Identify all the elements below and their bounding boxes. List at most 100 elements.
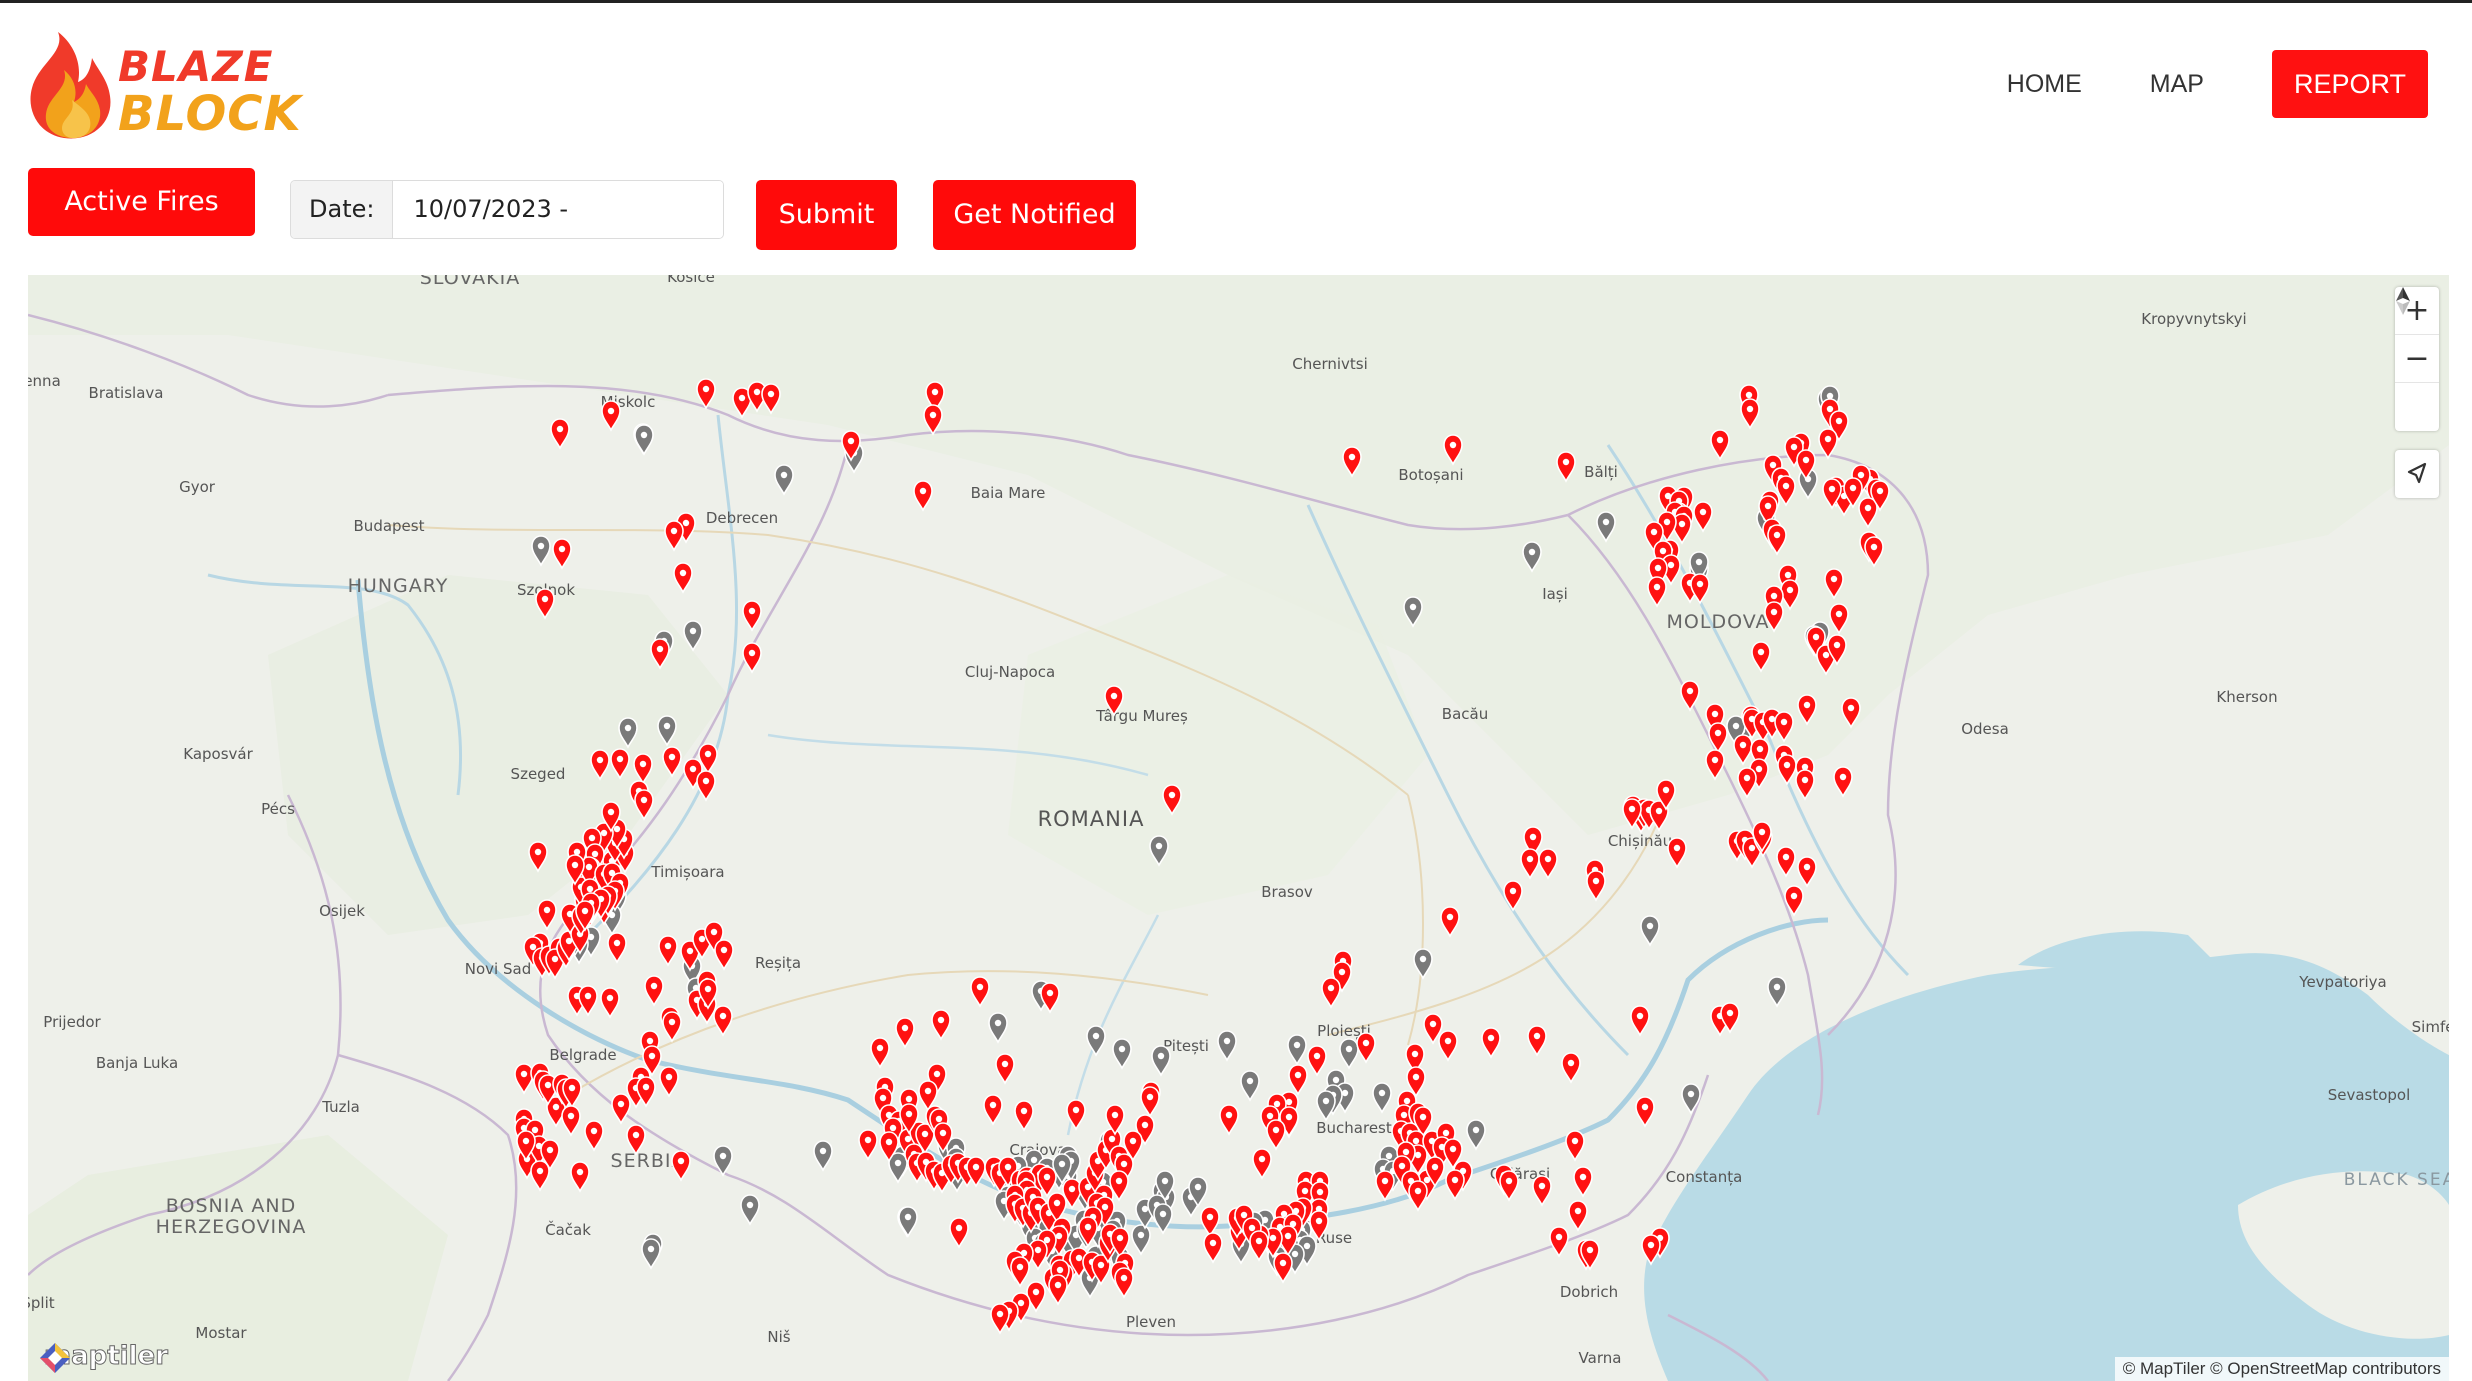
active-fire-marker-icon[interactable]	[1733, 734, 1753, 766]
active-fire-marker-icon[interactable]	[1438, 1030, 1458, 1062]
active-fire-marker-icon[interactable]	[1443, 434, 1463, 466]
inactive-fire-marker-icon[interactable]	[1522, 541, 1542, 573]
active-fire-marker-icon[interactable]	[931, 1009, 951, 1041]
active-fire-marker-icon[interactable]	[610, 748, 630, 780]
active-fire-marker-icon[interactable]	[713, 1005, 733, 1037]
active-fire-marker-icon[interactable]	[1797, 694, 1817, 726]
active-fire-marker-icon[interactable]	[659, 1066, 679, 1098]
inactive-fire-marker-icon[interactable]	[774, 464, 794, 496]
active-fire-marker-icon[interactable]	[1858, 497, 1878, 529]
locate-button[interactable]	[2395, 450, 2439, 498]
inactive-fire-marker-icon[interactable]	[1413, 948, 1433, 980]
inactive-fire-marker-icon[interactable]	[531, 535, 551, 567]
active-fire-marker-icon[interactable]	[570, 1161, 590, 1193]
active-fire-marker-icon[interactable]	[650, 638, 670, 670]
active-fires-button[interactable]: Active Fires	[28, 168, 255, 236]
active-fire-marker-icon[interactable]	[1641, 1234, 1661, 1266]
active-fire-marker-icon[interactable]	[528, 841, 548, 873]
inactive-fire-marker-icon[interactable]	[1149, 835, 1169, 867]
active-fire-marker-icon[interactable]	[1751, 641, 1771, 673]
inactive-fire-marker-icon[interactable]	[1316, 1090, 1336, 1122]
active-fire-marker-icon[interactable]	[1647, 576, 1667, 608]
active-fire-marker-icon[interactable]	[1818, 428, 1838, 460]
active-fire-marker-icon[interactable]	[923, 404, 943, 436]
active-fire-marker-icon[interactable]	[1568, 1200, 1588, 1232]
active-fire-marker-icon[interactable]	[949, 1217, 969, 1249]
active-fire-marker-icon[interactable]	[858, 1129, 878, 1161]
active-fire-marker-icon[interactable]	[1556, 451, 1576, 483]
inactive-fire-marker-icon[interactable]	[1640, 915, 1660, 947]
active-fire-marker-icon[interactable]	[995, 1053, 1015, 1085]
inactive-fire-marker-icon[interactable]	[1086, 1025, 1106, 1057]
active-fire-marker-icon[interactable]	[1219, 1104, 1239, 1136]
inactive-fire-marker-icon[interactable]	[634, 424, 654, 456]
active-fire-marker-icon[interactable]	[611, 1093, 631, 1125]
inactive-fire-marker-icon[interactable]	[1403, 596, 1423, 628]
active-fire-marker-icon[interactable]	[1708, 722, 1728, 754]
active-fire-marker-icon[interactable]	[1795, 769, 1815, 801]
active-fire-marker-icon[interactable]	[1767, 524, 1787, 556]
active-fire-marker-icon[interactable]	[530, 1160, 550, 1192]
active-fire-marker-icon[interactable]	[1408, 1180, 1428, 1212]
active-fire-marker-icon[interactable]	[1342, 446, 1362, 478]
active-fire-marker-icon[interactable]	[761, 383, 781, 415]
inactive-fire-marker-icon[interactable]	[1372, 1082, 1392, 1114]
active-fire-marker-icon[interactable]	[970, 976, 990, 1008]
active-fire-marker-icon[interactable]	[1841, 697, 1861, 729]
active-fire-marker-icon[interactable]	[1014, 1100, 1034, 1132]
active-fire-marker-icon[interactable]	[1586, 870, 1606, 902]
inactive-fire-marker-icon[interactable]	[1131, 1224, 1151, 1256]
active-fire-marker-icon[interactable]	[664, 520, 684, 552]
inactive-fire-marker-icon[interactable]	[1240, 1070, 1260, 1102]
brand-logo[interactable]: BLAZE BLOCK	[18, 30, 301, 142]
nav-report-button[interactable]: REPORT	[2271, 50, 2428, 118]
active-fire-marker-icon[interactable]	[600, 987, 620, 1019]
active-fire-marker-icon[interactable]	[1829, 603, 1849, 635]
active-fire-marker-icon[interactable]	[1764, 601, 1784, 633]
active-fire-marker-icon[interactable]	[561, 1105, 581, 1137]
active-fire-marker-icon[interactable]	[1864, 536, 1884, 568]
active-fire-marker-icon[interactable]	[1200, 1206, 1220, 1238]
active-fire-marker-icon[interactable]	[1040, 982, 1060, 1014]
active-fire-marker-icon[interactable]	[671, 1150, 691, 1182]
inactive-fire-marker-icon[interactable]	[1681, 1083, 1701, 1115]
active-fire-marker-icon[interactable]	[1667, 837, 1687, 869]
active-fire-marker-icon[interactable]	[1445, 1169, 1465, 1201]
maptiler-logo[interactable]: maptiler	[38, 1341, 168, 1373]
active-fire-marker-icon[interactable]	[590, 749, 610, 781]
inactive-fire-marker-icon[interactable]	[1112, 1038, 1132, 1070]
active-fire-marker-icon[interactable]	[1499, 1170, 1519, 1202]
active-fire-marker-icon[interactable]	[1693, 501, 1713, 533]
active-fire-marker-icon[interactable]	[1288, 1064, 1308, 1096]
active-fire-marker-icon[interactable]	[1538, 848, 1558, 880]
active-fire-marker-icon[interactable]	[742, 642, 762, 674]
inactive-fire-marker-icon[interactable]	[618, 717, 638, 749]
active-fire-marker-icon[interactable]	[1824, 568, 1844, 600]
active-fire-marker-icon[interactable]	[1630, 1005, 1650, 1037]
map-attribution[interactable]: © MapTiler © OpenStreetMap contributors	[2114, 1357, 2449, 1381]
active-fire-marker-icon[interactable]	[1833, 766, 1853, 798]
inactive-fire-marker-icon[interactable]	[740, 1194, 760, 1226]
active-fire-marker-icon[interactable]	[535, 588, 555, 620]
active-fire-marker-icon[interactable]	[1203, 1232, 1223, 1264]
active-fire-marker-icon[interactable]	[1776, 846, 1796, 878]
active-fire-marker-icon[interactable]	[1440, 906, 1460, 938]
active-fire-marker-icon[interactable]	[1573, 1166, 1593, 1198]
active-fire-marker-icon[interactable]	[633, 753, 653, 785]
inactive-fire-marker-icon[interactable]	[1287, 1034, 1307, 1066]
inactive-fire-marker-icon[interactable]	[988, 1012, 1008, 1044]
inactive-fire-marker-icon[interactable]	[1217, 1030, 1237, 1062]
active-fire-marker-icon[interactable]	[1774, 711, 1794, 743]
inactive-fire-marker-icon[interactable]	[1767, 976, 1787, 1008]
active-fire-marker-icon[interactable]	[662, 746, 682, 778]
inactive-fire-marker-icon[interactable]	[683, 620, 703, 652]
active-fire-marker-icon[interactable]	[1356, 1032, 1376, 1064]
active-fire-marker-icon[interactable]	[1307, 1045, 1327, 1077]
active-fire-marker-icon[interactable]	[1273, 1252, 1293, 1284]
active-fire-marker-icon[interactable]	[1114, 1267, 1134, 1299]
active-fire-marker-icon[interactable]	[1680, 680, 1700, 712]
active-fire-marker-icon[interactable]	[1481, 1027, 1501, 1059]
active-fire-marker-icon[interactable]	[1635, 1096, 1655, 1128]
active-fire-marker-icon[interactable]	[578, 985, 598, 1017]
active-fire-marker-icon[interactable]	[1252, 1148, 1272, 1180]
